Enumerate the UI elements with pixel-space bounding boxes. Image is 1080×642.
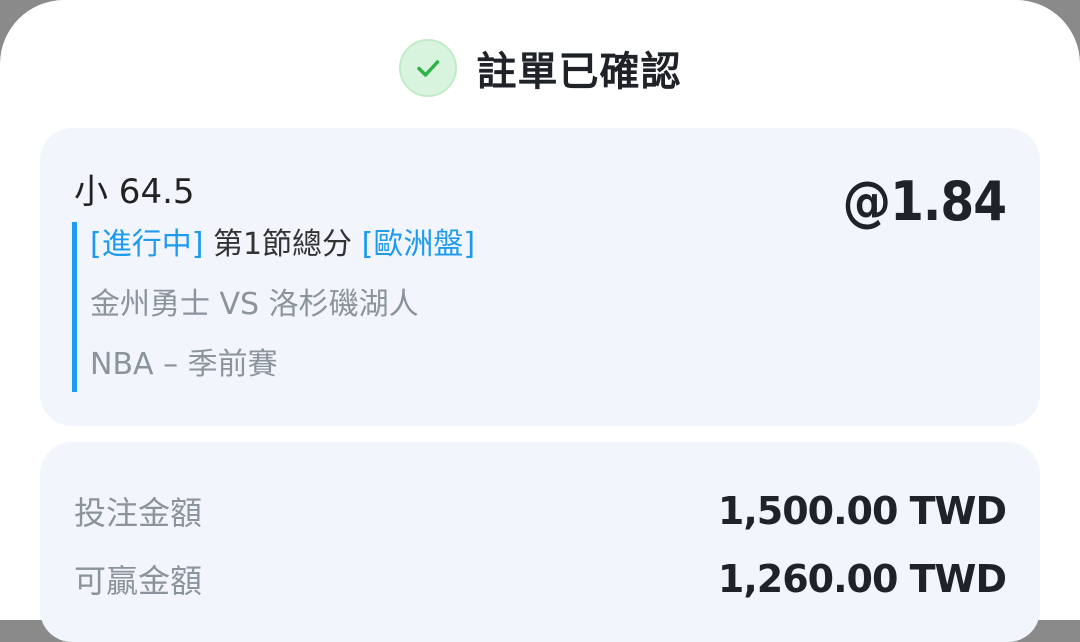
win-label: 可贏金額 bbox=[74, 562, 203, 600]
stake-value: 1,500.00 TWD bbox=[717, 489, 1007, 533]
bet-details: [進行中] 第1節總分 [歐洲盤] 金州勇士 VS 洛杉磯湖人 NBA – 季前… bbox=[72, 222, 790, 392]
status-badge: [進行中] bbox=[90, 227, 204, 262]
stake-row: 投注金額 1,500.00 TWD bbox=[74, 488, 1007, 534]
win-value: 1,260.00 TWD bbox=[717, 557, 1007, 601]
bet-selection: 小 64.5 bbox=[74, 172, 195, 212]
market-line: [進行中] 第1節總分 [歐洲盤] bbox=[90, 230, 790, 260]
page-title: 註單已確認 bbox=[476, 49, 682, 95]
bet-odds: @1.84 bbox=[842, 170, 1007, 233]
stake-label: 投注金額 bbox=[74, 494, 203, 532]
check-icon bbox=[398, 39, 457, 97]
match-name: 金州勇士 VS 洛杉磯湖人 bbox=[90, 287, 419, 322]
league-name: NBA – 季前賽 bbox=[90, 347, 278, 382]
amounts-card: 投注金額 1,500.00 TWD 可贏金額 1,260.00 TWD bbox=[40, 442, 1040, 642]
confirmation-header: 註單已確認 bbox=[0, 36, 1080, 100]
bet-confirmation-sheet: 註單已確認 小 64.5 @1.84 [進行中] 第1節總分 [歐洲盤] 金州勇… bbox=[0, 0, 1080, 642]
bet-details-card: 小 64.5 @1.84 [進行中] 第1節總分 [歐洲盤] 金州勇士 VS 洛… bbox=[40, 128, 1040, 426]
win-row: 可贏金額 1,260.00 TWD bbox=[74, 556, 1007, 602]
market-name: 第1節總分 bbox=[212, 227, 353, 262]
odds-format-badge: [歐洲盤] bbox=[361, 227, 476, 262]
